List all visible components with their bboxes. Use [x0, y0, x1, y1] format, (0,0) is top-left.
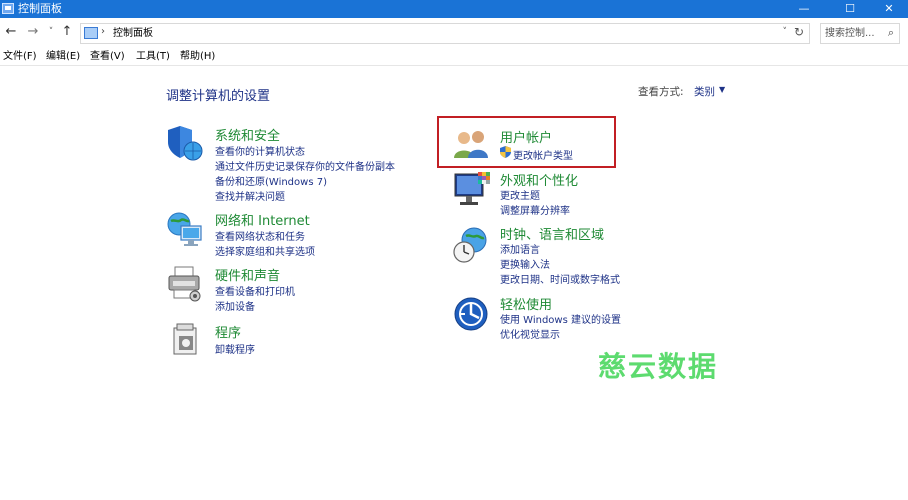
search-box[interactable]: ⌕ — [820, 23, 900, 44]
menu-file[interactable]: 文件(F) — [3, 51, 37, 63]
menu-view[interactable]: 查看(V) — [90, 51, 125, 63]
breadcrumb-chevron-icon[interactable]: › — [101, 26, 105, 37]
printer-icon[interactable] — [166, 265, 206, 305]
ease-of-access-icon[interactable] — [453, 296, 491, 334]
maximize-button[interactable]: ☐ — [827, 0, 873, 18]
link-screen-resolution[interactable]: 调整屏幕分辨率 — [500, 202, 570, 217]
menu-bar: 文件(F) 编辑(E) 查看(V) 工具(T) 帮助(H) — [0, 48, 908, 66]
view-by-dropdown[interactable]: 类别 — [694, 84, 715, 99]
clock-language-icon[interactable] — [452, 226, 492, 266]
minimize-button[interactable]: — — [781, 0, 827, 18]
highlight-box — [437, 116, 616, 168]
shield-icon[interactable] — [166, 124, 206, 164]
address-bar[interactable]: › 控制面板 ˅ ↻ — [80, 23, 810, 44]
view-by-label: 查看方式: — [638, 86, 684, 98]
link-change-date-time-format[interactable]: 更改日期、时间或数字格式 — [500, 271, 620, 286]
link-add-language[interactable]: 添加语言 — [500, 241, 540, 256]
close-button[interactable]: ✕ — [870, 0, 908, 18]
page-title: 调整计算机的设置 — [166, 89, 271, 104]
forward-arrow-icon[interactable]: → — [26, 23, 40, 41]
watermark-text: 慈云数据 — [598, 350, 719, 383]
link-optimize-visual-display[interactable]: 优化视觉显示 — [500, 326, 560, 341]
programs-icon[interactable] — [170, 322, 204, 358]
refresh-icon[interactable]: ↻ — [794, 25, 804, 39]
link-uninstall-program[interactable]: 卸载程序 — [215, 341, 255, 356]
appearance-monitor-icon[interactable] — [452, 170, 494, 210]
back-arrow-icon[interactable]: ← — [4, 23, 18, 41]
category-system-security[interactable]: 系统和安全 — [215, 125, 280, 144]
view-by-caret-icon[interactable]: ▼ — [719, 85, 725, 94]
network-globe-icon[interactable] — [166, 210, 206, 250]
link-network-status[interactable]: 查看网络状态和任务 — [215, 228, 305, 243]
title-bar: 控制面板 — ☐ ✕ — [0, 0, 908, 18]
link-change-input-method[interactable]: 更换输入法 — [500, 256, 550, 271]
search-input[interactable] — [825, 26, 881, 41]
link-change-theme[interactable]: 更改主题 — [500, 187, 540, 202]
link-devices-printers[interactable]: 查看设备和打印机 — [215, 283, 295, 298]
control-panel-icon — [84, 27, 98, 39]
menu-help[interactable]: 帮助(H) — [180, 51, 215, 63]
link-homegroup-sharing[interactable]: 选择家庭组和共享选项 — [215, 243, 315, 258]
address-dropdown-chevron-icon[interactable]: ˅ — [783, 27, 788, 37]
menu-edit[interactable]: 编辑(E) — [46, 51, 80, 63]
category-network-internet[interactable]: 网络和 Internet — [215, 210, 310, 229]
link-add-device[interactable]: 添加设备 — [215, 298, 255, 313]
category-hardware-sound[interactable]: 硬件和声音 — [215, 265, 280, 284]
link-backup-restore[interactable]: 备份和还原(Windows 7) — [215, 173, 327, 188]
breadcrumb-control-panel[interactable]: 控制面板 — [113, 27, 153, 41]
category-programs[interactable]: 程序 — [215, 322, 241, 341]
link-file-history-backup[interactable]: 通过文件历史记录保存你的文件备份副本 — [215, 158, 395, 173]
link-troubleshoot[interactable]: 查找并解决问题 — [215, 188, 285, 203]
control-panel-app-icon — [2, 3, 14, 14]
up-arrow-icon[interactable]: ↑ — [60, 23, 74, 41]
menu-tools[interactable]: 工具(T) — [136, 51, 170, 63]
search-icon[interactable]: ⌕ — [888, 26, 894, 40]
recent-locations-chevron-icon[interactable]: ˅ — [46, 23, 56, 41]
navigation-bar: ← → ˅ ↑ › 控制面板 ˅ ↻ ⌕ — [0, 18, 908, 48]
window-title: 控制面板 — [18, 2, 62, 15]
link-windows-recommended-settings[interactable]: 使用 Windows 建议的设置 — [500, 311, 621, 326]
link-view-computer-status[interactable]: 查看你的计算机状态 — [215, 143, 305, 158]
